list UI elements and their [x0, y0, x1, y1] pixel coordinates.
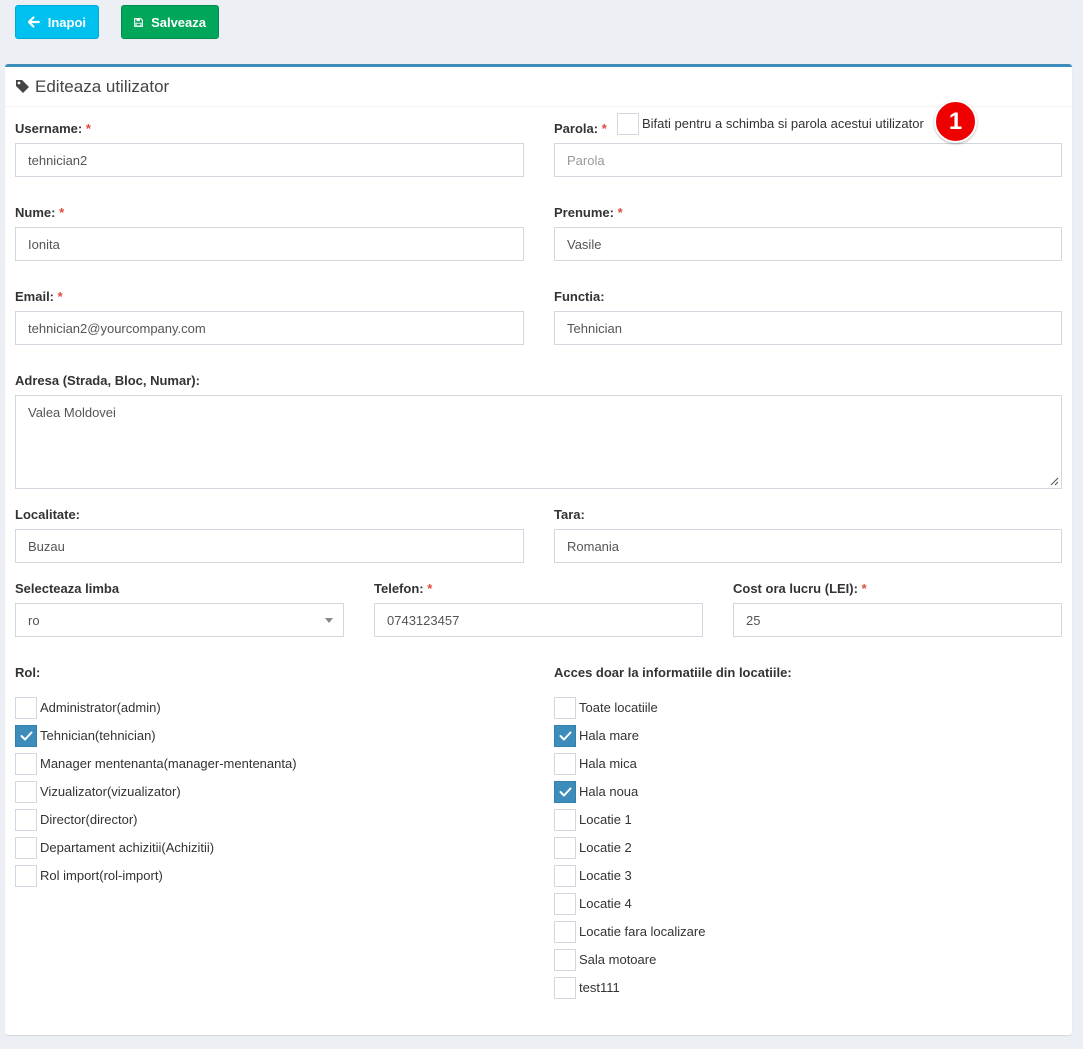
rol-checkbox-label: Departament achizitii(Achizitii)	[40, 840, 215, 855]
rol-checkbox-label: Manager mentenanta(manager-mentenanta)	[40, 756, 297, 771]
acces-checkbox[interactable]	[554, 809, 576, 831]
cost-input[interactable]: 25	[733, 603, 1062, 637]
acces-checkbox-label: Hala mica	[579, 756, 637, 771]
annotation-badge: 1	[934, 100, 977, 143]
rol-checkbox[interactable]	[15, 865, 37, 887]
acces-checkbox-label: Hala mare	[579, 728, 639, 743]
acces-checkbox[interactable]	[554, 837, 576, 859]
checkmark-icon	[559, 787, 572, 797]
rol-checkbox-label: Vizualizator(vizualizator)	[40, 784, 181, 799]
nume-label: Nume: *	[15, 205, 65, 220]
arrow-left-icon	[28, 16, 40, 28]
acces-checkbox[interactable]	[554, 753, 576, 775]
rol-checkbox-label: Tehnician(tehnician)	[40, 728, 156, 743]
acces-checkbox-label: Locatie 3	[579, 868, 632, 883]
resize-handle-icon[interactable]	[1050, 477, 1059, 486]
telefon-label: Telefon: *	[374, 581, 433, 596]
acces-checkbox[interactable]	[554, 697, 576, 719]
checkmark-icon	[20, 731, 33, 741]
tag-icon	[16, 80, 29, 93]
adresa-label: Adresa (Strada, Bloc, Numar):	[15, 373, 200, 388]
adresa-textarea[interactable]: Valea Moldovei	[15, 395, 1062, 489]
rol-checkbox-label: Rol import(rol-import)	[40, 868, 163, 883]
acces-checkbox-label: Locatie 4	[579, 896, 632, 911]
acces-checkbox-label: Locatie fara localizare	[579, 924, 706, 939]
change-password-label: Bifati pentru a schimba si parola acestu…	[642, 116, 924, 131]
toolbar: Inapoi Salveaza	[15, 5, 219, 39]
acces-checkbox[interactable]	[554, 725, 576, 747]
rol-checkbox-label: Director(director)	[40, 812, 138, 827]
acces-checkbox-label: Toate locatiile	[579, 700, 658, 715]
cost-label: Cost ora lucru (LEI): *	[733, 581, 867, 596]
acces-checkbox[interactable]	[554, 921, 576, 943]
password-input[interactable]: Parola	[554, 143, 1062, 177]
username-input[interactable]: tehnician2	[15, 143, 524, 177]
prenume-label: Prenume: *	[554, 205, 623, 220]
acces-checkbox[interactable]	[554, 977, 576, 999]
save-button[interactable]: Salveaza	[121, 5, 219, 39]
nume-input[interactable]: Ionita	[15, 227, 524, 261]
email-label: Email: *	[15, 289, 63, 304]
checkmark-icon	[559, 731, 572, 741]
acces-checkbox-label: Hala noua	[579, 784, 639, 799]
username-label: Username: *	[15, 121, 91, 136]
tara-label: Tara:	[554, 507, 585, 522]
rol-checkbox[interactable]	[15, 697, 37, 719]
change-password-checkbox[interactable]	[617, 113, 639, 135]
acces-label: Acces doar la informatiile din locatiile…	[554, 665, 792, 680]
password-label: Parola: *	[554, 121, 607, 136]
email-input[interactable]: tehnician2@yourcompany.com	[15, 311, 524, 345]
back-button[interactable]: Inapoi	[15, 5, 99, 39]
prenume-input[interactable]: Vasile	[554, 227, 1062, 261]
limba-select[interactable]: ro	[15, 603, 344, 637]
localitate-label: Localitate:	[15, 507, 81, 522]
chevron-down-icon	[325, 618, 333, 623]
acces-checkbox-label: Locatie 1	[579, 812, 632, 827]
rol-checkbox[interactable]	[15, 753, 37, 775]
functia-label: Functia:	[554, 289, 605, 304]
limba-label: Selecteaza limba	[15, 581, 120, 596]
panel-header: Editeaza utilizator	[5, 67, 1072, 107]
acces-checkbox[interactable]	[554, 893, 576, 915]
rol-label: Rol:	[15, 665, 41, 680]
save-button-label: Salveaza	[151, 14, 206, 30]
panel-title: Editeaza utilizator	[35, 76, 170, 96]
floppy-disk-icon	[134, 17, 143, 27]
acces-checkbox-label: Sala motoare	[579, 952, 657, 967]
functia-input[interactable]: Tehnician	[554, 311, 1062, 345]
rol-checkbox-label: Administrator(admin)	[40, 700, 161, 715]
telefon-input[interactable]: 0743123457	[374, 603, 703, 637]
rol-checkbox[interactable]	[15, 781, 37, 803]
tara-input[interactable]: Romania	[554, 529, 1062, 563]
acces-checkbox[interactable]	[554, 865, 576, 887]
acces-checkbox-label: Locatie 2	[579, 840, 632, 855]
rol-checkbox[interactable]	[15, 809, 37, 831]
acces-checkbox[interactable]	[554, 949, 576, 971]
rol-checkbox[interactable]	[15, 725, 37, 747]
rol-checkbox[interactable]	[15, 837, 37, 859]
acces-checkbox-label: test111	[579, 980, 620, 995]
acces-checkbox[interactable]	[554, 781, 576, 803]
localitate-input[interactable]: Buzau	[15, 529, 524, 563]
back-button-label: Inapoi	[47, 14, 86, 30]
